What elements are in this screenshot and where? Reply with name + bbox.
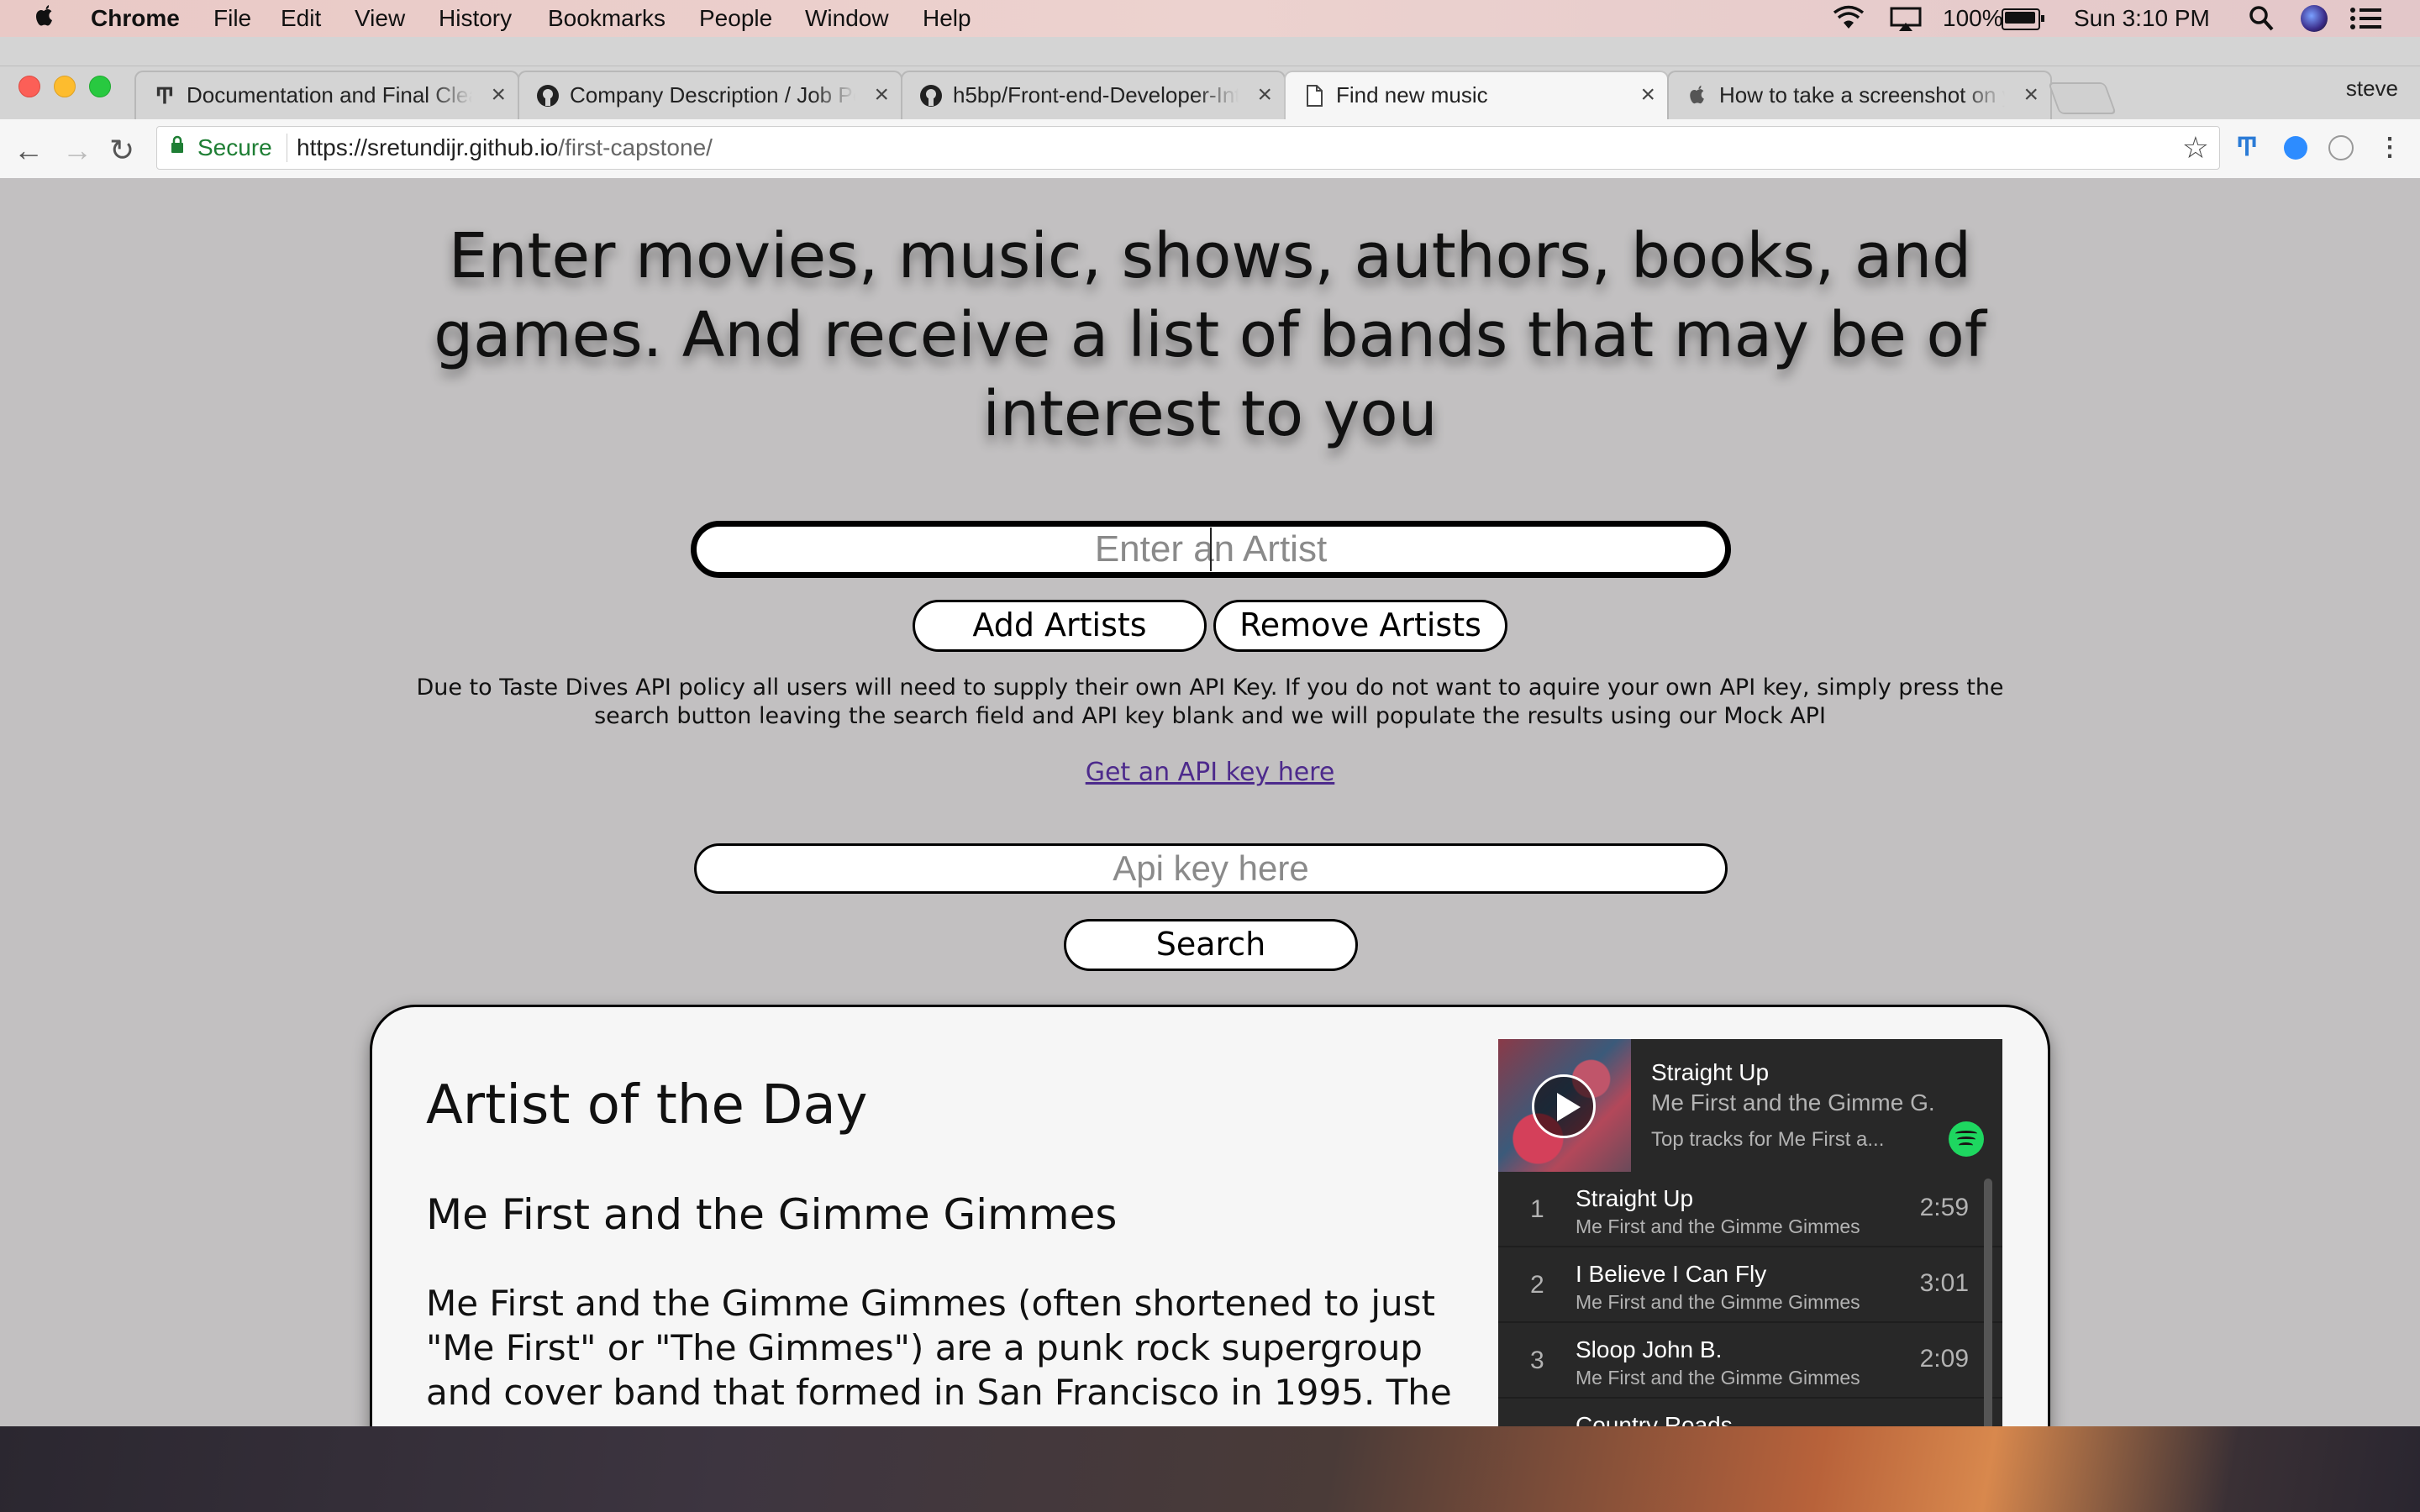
web-page: Enter movies, music, shows, authors, boo… [0, 178, 2420, 1426]
track-row[interactable]: Country Roads [1498, 1399, 2002, 1426]
page-headline: Enter movies, music, shows, authors, boo… [434, 220, 1986, 450]
aotd-title: Artist of the Day [426, 1074, 868, 1137]
tab-title: How to take a screenshot on your Mac [1719, 82, 2005, 108]
tab-find-new-music[interactable]: Find new music × [1284, 71, 1669, 119]
spotify-player[interactable]: Straight Up Me First and the Gimme G.. T… [1498, 1039, 2002, 1426]
zoom-extension-icon[interactable] [2281, 133, 2311, 163]
lock-icon [171, 135, 183, 153]
api-policy-notice: Due to Taste Dives API policy all users … [416, 675, 2004, 729]
chrome-menu-icon[interactable]: ⋮ [2375, 133, 2405, 163]
menu-window[interactable]: Window [805, 5, 889, 32]
desktop-wallpaper [0, 1426, 2420, 1512]
tab-screenshot-mac[interactable]: How to take a screenshot on your Mac × [1667, 71, 2052, 119]
play-button[interactable] [1532, 1074, 1596, 1138]
extension-icon[interactable] [2326, 133, 2356, 163]
spotify-logo-icon[interactable] [1949, 1121, 1984, 1157]
tab-close-icon[interactable]: × [1257, 81, 1272, 109]
track-name: Sloop John B. [1576, 1336, 1723, 1362]
page-icon [1307, 85, 1323, 107]
battery-percent: 100% [1943, 5, 2003, 31]
tab-close-icon[interactable]: × [491, 81, 506, 109]
window-close-button[interactable] [18, 76, 40, 97]
track-duration: 3:01 [1919, 1269, 1969, 1297]
menu-file[interactable]: File [213, 5, 251, 32]
address-bar[interactable]: Secure https://sretundijr.github.io/firs… [156, 126, 2220, 170]
profile-name[interactable]: steve [2346, 76, 2398, 102]
menu-people[interactable]: People [699, 5, 772, 32]
typora-extension-icon[interactable]: Ͳ [2232, 133, 2262, 163]
track-number: 3 [1530, 1347, 1544, 1374]
new-tab-button[interactable] [2048, 82, 2117, 114]
siri-icon[interactable] [2301, 5, 2328, 32]
secure-label: Secure [197, 134, 272, 160]
track-duration: 2:09 [1919, 1345, 1969, 1373]
tab-close-icon[interactable]: × [874, 81, 889, 109]
aotd-artist-name: Me First and the Gimme Gimmes [426, 1190, 1118, 1239]
tab-title: h5bp/Front-end-Developer-Interview [953, 82, 1239, 108]
text-caret [1210, 528, 1212, 571]
menu-clock[interactable]: Sun 3:10 PM [2074, 5, 2210, 32]
get-api-key-link[interactable]: Get an API key here [1042, 758, 1378, 787]
forward-arrow-icon[interactable]: → [62, 133, 92, 168]
battery-icon[interactable] [2002, 8, 2044, 30]
spotlight-search-icon[interactable] [2249, 5, 2274, 32]
menu-history[interactable]: History [439, 5, 512, 32]
track-name: Straight Up [1576, 1185, 1694, 1211]
search-button[interactable]: Search [1064, 919, 1358, 971]
track-row[interactable]: 3 Sloop John B. Me First and the Gimme G… [1498, 1323, 2002, 1399]
track-artist: Me First and the Gimme Gimmes [1576, 1367, 1860, 1389]
typora-icon: Ͳ [155, 83, 175, 108]
airplay-icon[interactable] [1889, 7, 1923, 32]
url-host: https://sretundijr.github.io [297, 134, 559, 160]
track-number: 1 [1530, 1195, 1544, 1223]
tab-strip-top [0, 37, 2420, 66]
github-icon [920, 85, 942, 107]
artist-of-the-day-card: Artist of the Day Me First and the Gimme… [370, 1005, 2050, 1426]
track-row[interactable]: 2 I Believe I Can Fly Me First and the G… [1498, 1247, 2002, 1323]
url-text[interactable]: https://sretundijr.github.io/first-capst… [297, 134, 713, 161]
remove-artists-button[interactable]: Remove Artists [1213, 600, 1507, 652]
apple-menu-icon[interactable] [34, 3, 55, 30]
tab-title: Find new music [1336, 82, 1488, 108]
tab-company-description[interactable]: Company Description / Job Post × [518, 71, 902, 119]
url-path: /first-capstone/ [558, 134, 713, 160]
window-minimize-button[interactable] [54, 76, 76, 97]
menu-bar: Chrome File Edit View History Bookmarks … [0, 0, 2420, 37]
bookmark-star-icon[interactable]: ☆ [2182, 130, 2209, 165]
apple-icon [1690, 85, 1704, 104]
wifi-icon[interactable] [1832, 5, 1865, 32]
track-artist: Me First and the Gimme Gimmes [1576, 1215, 1860, 1237]
aotd-bio: Me First and the Gimme Gimmes (often sho… [426, 1283, 1452, 1413]
track-artist: Me First and the Gimme Gimmes [1576, 1291, 1860, 1313]
playlist-title: Top tracks for Me First a... [1651, 1128, 1885, 1151]
track-list-scrollbar[interactable] [1984, 1179, 1992, 1426]
add-artists-button[interactable]: Add Artists [913, 600, 1207, 652]
track-list: 1 Straight Up Me First and the Gimme Gim… [1498, 1172, 2002, 1426]
track-name: Country Roads [1576, 1412, 1733, 1426]
tab-close-icon[interactable]: × [2023, 81, 2039, 109]
tab-documentation[interactable]: Ͳ Documentation and Final Clean × [134, 71, 519, 119]
menu-bookmarks[interactable]: Bookmarks [548, 5, 666, 32]
now-playing-artist: Me First and the Gimme G.. [1651, 1089, 1937, 1116]
track-row[interactable]: 1 Straight Up Me First and the Gimme Gim… [1498, 1172, 2002, 1247]
back-arrow-icon[interactable]: ← [13, 133, 44, 168]
api-key-input[interactable]: Api key here [694, 843, 1728, 894]
track-number: 2 [1530, 1271, 1544, 1299]
menu-edit[interactable]: Edit [281, 5, 321, 32]
menu-app-name[interactable]: Chrome [91, 5, 180, 32]
now-playing-track: Straight Up [1651, 1059, 1770, 1085]
tab-interview-questions[interactable]: h5bp/Front-end-Developer-Interview × [901, 71, 1286, 119]
menu-help[interactable]: Help [923, 5, 971, 32]
menu-view[interactable]: View [355, 5, 405, 32]
track-duration: 2:59 [1919, 1194, 1969, 1221]
github-icon [537, 85, 559, 107]
reload-icon[interactable]: ↻ [109, 133, 134, 168]
tab-title: Company Description / Job Post [570, 82, 855, 108]
window-zoom-button[interactable] [89, 76, 111, 97]
track-name: I Believe I Can Fly [1576, 1261, 1767, 1287]
tab-title: Documentation and Final Clean [187, 82, 472, 108]
notification-center-icon[interactable] [2349, 7, 2383, 30]
tab-close-icon[interactable]: × [1640, 81, 1655, 109]
